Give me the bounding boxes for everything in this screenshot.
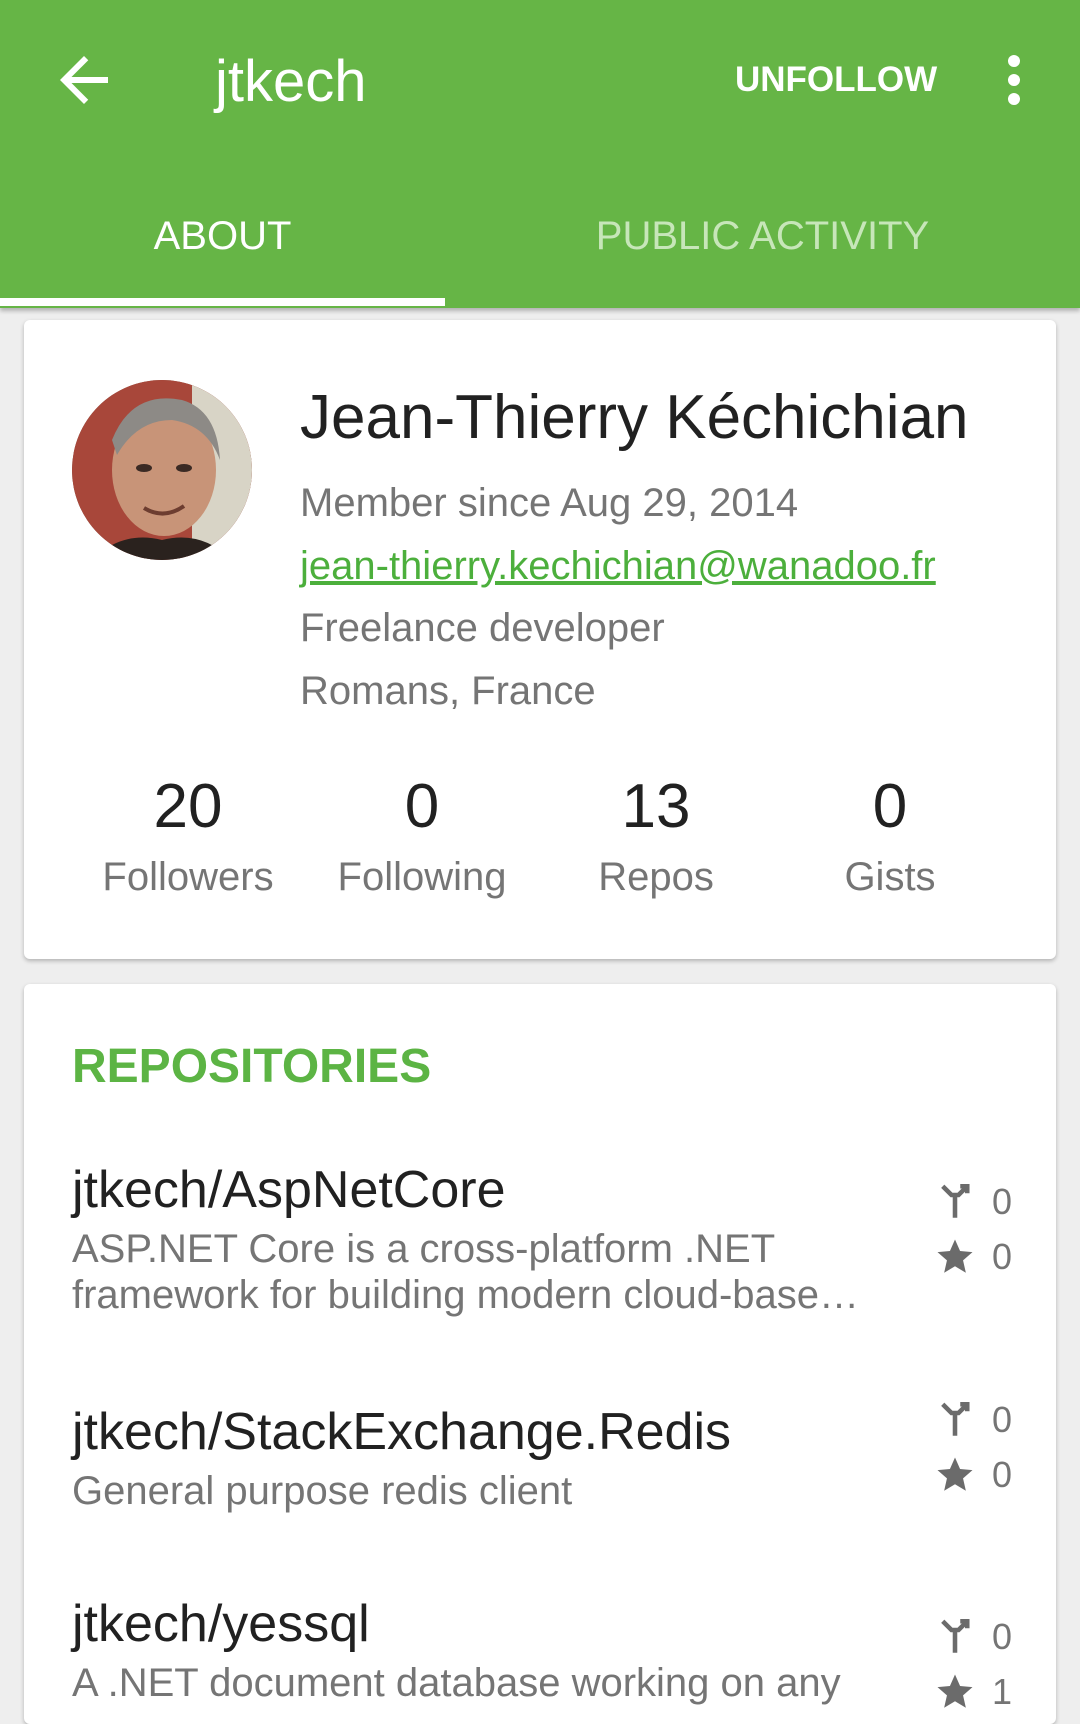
avatar-portrait <box>72 380 252 560</box>
stat-value: 0 <box>404 772 440 841</box>
avatar <box>72 380 252 560</box>
fork-count-value: 0 <box>992 1181 1013 1222</box>
fork-icon <box>941 1183 970 1218</box>
tab-indicator <box>0 298 445 306</box>
stat-repos[interactable]: 13 Repos <box>556 765 756 905</box>
repositories-card: REPOSITORIES jtkech/AspNetCore ASP.NET C… <box>24 984 1056 1724</box>
tab-about[interactable]: ABOUT <box>0 200 445 300</box>
stat-label: Followers <box>102 855 274 899</box>
stat-value: 20 <box>153 772 223 841</box>
repo-item[interactable]: jtkech/AspNetCore ASP.NET Core is a cros… <box>24 1154 1056 1344</box>
tab-public-activity[interactable]: PUBLIC ACTIVITY <box>540 200 985 300</box>
stat-value: 13 <box>621 772 691 841</box>
arrow-back-icon <box>60 56 108 104</box>
repo-description: General purpose redis client <box>72 1469 573 1513</box>
fork-count-value: 0 <box>992 1616 1013 1657</box>
fork-count: 0 <box>934 1612 1034 1662</box>
page-title: jtkech <box>215 49 367 114</box>
fork-icon <box>941 1618 970 1653</box>
repo-description: ASP.NET Core is a cross-platform .NET fr… <box>72 1227 860 1317</box>
stat-gists[interactable]: 0 Gists <box>790 765 990 905</box>
repo-name: jtkech/StackExchange.Redis <box>72 1403 732 1461</box>
repo-description: A .NET document database working on any <box>72 1661 841 1705</box>
stat-label: Repos <box>598 855 714 899</box>
unfollow-button[interactable]: UNFOLLOW <box>735 50 937 110</box>
stat-value: 0 <box>872 772 908 841</box>
star-count: 1 <box>934 1667 1034 1717</box>
stat-label: Gists <box>844 855 936 899</box>
profile-card: Jean-Thierry Kéchichian Member since Aug… <box>24 320 1056 959</box>
fork-count: 0 <box>934 1177 1034 1227</box>
repo-name: jtkech/AspNetCore <box>72 1161 506 1219</box>
member-since: Member since Aug 29, 2014 <box>300 481 799 525</box>
star-count-value: 0 <box>992 1454 1013 1495</box>
repo-item[interactable]: jtkech/yessql A .NET document database w… <box>24 1588 1056 1724</box>
fork-count-value: 0 <box>992 1399 1013 1440</box>
stat-following[interactable]: 0 Following <box>322 765 522 905</box>
back-button[interactable] <box>48 44 120 116</box>
fork-icon <box>941 1401 970 1436</box>
star-count: 0 <box>934 1232 1034 1282</box>
star-icon <box>937 1239 973 1273</box>
app-bar: jtkech UNFOLLOW ABOUT PUBLIC ACTIVITY <box>0 0 1080 308</box>
stat-label: Following <box>337 855 507 899</box>
more-vert-icon <box>1008 55 1020 105</box>
fork-count: 0 <box>934 1395 1034 1445</box>
bio: Freelance developer <box>300 606 665 650</box>
profile-name: Jean-Thierry Kéchichian <box>300 383 969 452</box>
email-link[interactable]: jean-thierry.kechichian@wanadoo.fr <box>300 538 936 594</box>
star-icon <box>937 1674 973 1708</box>
stat-followers[interactable]: 20 Followers <box>88 765 288 905</box>
star-count-value: 1 <box>992 1671 1013 1712</box>
star-icon <box>937 1457 973 1491</box>
more-options-button[interactable] <box>994 50 1034 110</box>
star-count-value: 0 <box>992 1236 1013 1277</box>
location: Romans, France <box>300 669 596 713</box>
repo-item[interactable]: jtkech/StackExchange.Redis General purpo… <box>24 1396 1056 1546</box>
repositories-header: REPOSITORIES <box>72 1040 432 1093</box>
star-count: 0 <box>934 1450 1034 1500</box>
repo-name: jtkech/yessql <box>72 1595 370 1653</box>
